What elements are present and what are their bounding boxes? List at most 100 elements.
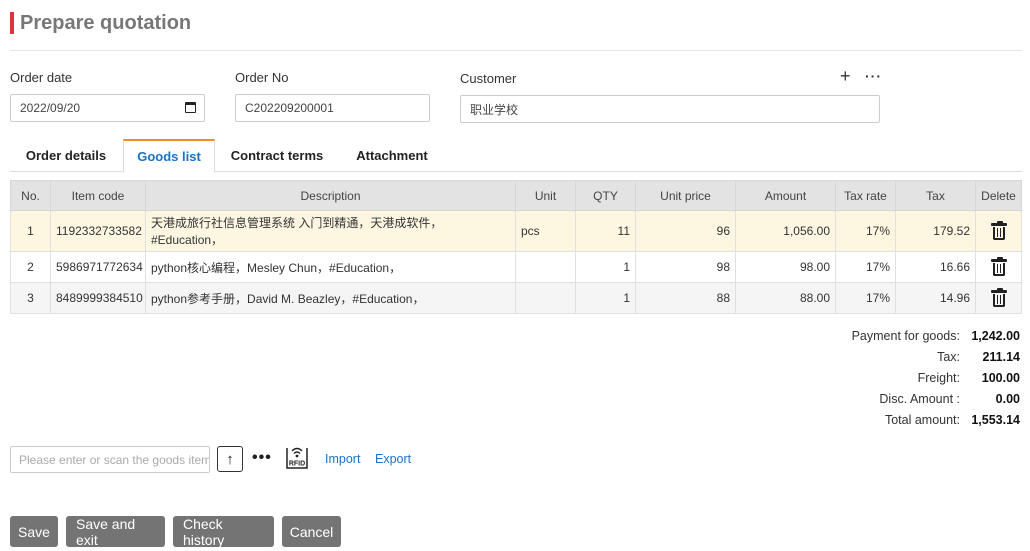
row-qty[interactable]: 1 bbox=[575, 282, 636, 314]
customer-value: 职业学校 bbox=[470, 102, 519, 117]
col-header-amount: Amount bbox=[735, 180, 836, 211]
summary-row-payment: Payment for goods: 1,242.00 bbox=[700, 325, 1020, 346]
row-tax: 14.96 bbox=[895, 282, 976, 314]
row-item-code[interactable]: 8489999384510 bbox=[50, 282, 146, 314]
customer-label: Customer bbox=[460, 71, 517, 86]
row-amount: 1,056.00 bbox=[735, 210, 836, 252]
row-delete-cell bbox=[975, 282, 1022, 314]
add-customer-icon[interactable]: + bbox=[840, 66, 851, 86]
export-link[interactable]: Export bbox=[375, 452, 411, 466]
order-date-input[interactable]: 2022/09/20 bbox=[10, 94, 205, 122]
row-description-line: #Education， bbox=[151, 233, 224, 247]
scan-goods-input[interactable]: Please enter or scan the goods item bbox=[10, 446, 210, 473]
row-qty[interactable]: 1 bbox=[575, 251, 636, 283]
order-date-label: Order date bbox=[10, 70, 73, 85]
row-no: 3 bbox=[10, 282, 51, 314]
row-tax-rate[interactable]: 17% bbox=[835, 251, 896, 283]
save-and-exit-button[interactable]: Save and exit bbox=[66, 516, 165, 548]
row-tax-rate[interactable]: 17% bbox=[835, 282, 896, 314]
row-tax-rate[interactable]: 17% bbox=[835, 210, 896, 252]
tax-value: 211.14 bbox=[982, 349, 1020, 364]
summary-row-freight: Freight: 100.00 bbox=[700, 367, 1020, 388]
rfid-icon[interactable]: RFID bbox=[284, 444, 310, 472]
goods-table: No. Item code Description Unit QTY Unit … bbox=[10, 180, 1022, 314]
row-description[interactable]: python参考手册，David M. Beazley，#Education， bbox=[145, 282, 516, 314]
cancel-button[interactable]: Cancel bbox=[282, 516, 341, 547]
page-header: Prepare quotation bbox=[10, 11, 191, 35]
trash-icon[interactable] bbox=[990, 220, 1007, 240]
row-item-code[interactable]: 5986971772634 bbox=[50, 251, 146, 283]
payment-label: Payment for goods: bbox=[851, 328, 960, 343]
col-header-unit: Unit bbox=[515, 180, 576, 211]
row-description-line: python参考手册，David M. Beazley，#Education， bbox=[151, 291, 425, 306]
import-link[interactable]: Import bbox=[325, 452, 360, 466]
table-header-row: No. Item code Description Unit QTY Unit … bbox=[10, 180, 1022, 211]
row-unit-price[interactable]: 98 bbox=[635, 251, 736, 283]
order-summary: Payment for goods: 1,242.00 Tax: 211.14 … bbox=[700, 325, 1020, 430]
more-options-icon[interactable]: ••• bbox=[252, 450, 272, 466]
calendar-icon[interactable] bbox=[185, 102, 196, 113]
row-tax: 179.52 bbox=[895, 210, 976, 252]
summary-row-total: Total amount: 1,553.14 bbox=[700, 409, 1020, 430]
row-unit[interactable] bbox=[515, 251, 576, 283]
row-unit[interactable] bbox=[515, 282, 576, 314]
row-item-code[interactable]: 1192332733582 bbox=[50, 210, 146, 252]
total-value: 1,553.14 bbox=[971, 412, 1020, 427]
row-amount: 98.00 bbox=[735, 251, 836, 283]
col-header-item-code: Item code bbox=[50, 180, 146, 211]
tab-order-details[interactable]: Order details bbox=[10, 139, 122, 172]
col-header-tax-rate: Tax rate bbox=[835, 180, 896, 211]
tab-bar: Order details Goods list Contract terms … bbox=[10, 139, 1022, 173]
tab-contract-terms[interactable]: Contract terms bbox=[218, 139, 336, 172]
total-label: Total amount: bbox=[884, 412, 960, 427]
title-accent-bar bbox=[10, 12, 14, 34]
row-unit[interactable]: pcs bbox=[515, 210, 576, 252]
tax-label: Tax: bbox=[937, 349, 960, 364]
col-header-unit-price: Unit price bbox=[635, 180, 736, 211]
freight-label: Freight: bbox=[917, 370, 960, 385]
customer-input[interactable]: 职业学校 bbox=[460, 95, 880, 123]
payment-value: 1,242.00 bbox=[971, 328, 1020, 343]
check-history-button[interactable]: Check history bbox=[173, 516, 274, 548]
table-row[interactable]: 1 1192332733582 天港成旅行社信息管理系统 入门到精通，天港成软件… bbox=[10, 210, 1022, 252]
row-tax: 16.66 bbox=[895, 251, 976, 283]
row-description[interactable]: 天港成旅行社信息管理系统 入门到精通，天港成软件， #Education， bbox=[145, 210, 516, 252]
freight-value[interactable]: 100.00 bbox=[968, 371, 1020, 385]
order-no-input[interactable]: C202209200001 bbox=[235, 94, 430, 122]
trash-icon[interactable] bbox=[990, 256, 1007, 276]
row-unit-price[interactable]: 96 bbox=[635, 210, 736, 252]
col-header-delete: Delete bbox=[975, 180, 1022, 211]
order-date-value: 2022/09/20 bbox=[20, 101, 81, 115]
row-description[interactable]: python核心编程，Mesley Chun，#Education， bbox=[145, 251, 516, 283]
page-title: Prepare quotation bbox=[20, 11, 192, 34]
save-button[interactable]: Save bbox=[10, 516, 58, 547]
tab-attachment[interactable]: Attachment bbox=[340, 139, 444, 172]
row-description-line: 天港成旅行社信息管理系统 入门到精通，天港成软件， bbox=[151, 216, 443, 230]
row-amount: 88.00 bbox=[735, 282, 836, 314]
table-row[interactable]: 2 5986971772634 python核心编程，Mesley Chun，#… bbox=[10, 251, 1022, 283]
summary-row-tax: Tax: 211.14 bbox=[700, 346, 1020, 367]
row-delete-cell bbox=[975, 210, 1022, 252]
discount-value[interactable]: 0.00 bbox=[968, 392, 1020, 406]
upload-icon[interactable]: ↑ bbox=[217, 446, 243, 472]
table-row[interactable]: 3 8489999384510 python参考手册，David M. Beaz… bbox=[10, 282, 1022, 314]
col-header-description: Description bbox=[145, 180, 516, 211]
customer-more-icon[interactable]: ··· bbox=[865, 66, 882, 86]
row-delete-cell bbox=[975, 251, 1022, 283]
discount-label: Disc. Amount : bbox=[879, 391, 960, 406]
order-no-value: C202209200001 bbox=[245, 101, 334, 115]
row-unit-price[interactable]: 88 bbox=[635, 282, 736, 314]
trash-icon[interactable] bbox=[990, 287, 1007, 307]
row-qty[interactable]: 11 bbox=[575, 210, 636, 252]
col-header-tax: Tax bbox=[895, 180, 976, 211]
rfid-icon-text: RFID bbox=[289, 461, 305, 468]
tab-goods-list[interactable]: Goods list bbox=[123, 139, 215, 173]
row-no: 1 bbox=[10, 210, 51, 252]
order-no-label: Order No bbox=[235, 70, 289, 85]
row-description-line: python核心编程，Mesley Chun，#Education， bbox=[151, 260, 402, 275]
header-divider bbox=[10, 50, 1022, 51]
summary-row-discount: Disc. Amount : 0.00 bbox=[700, 388, 1020, 409]
col-header-no: No. bbox=[10, 180, 51, 211]
row-no: 2 bbox=[10, 251, 51, 283]
col-header-qty: QTY bbox=[575, 180, 636, 211]
